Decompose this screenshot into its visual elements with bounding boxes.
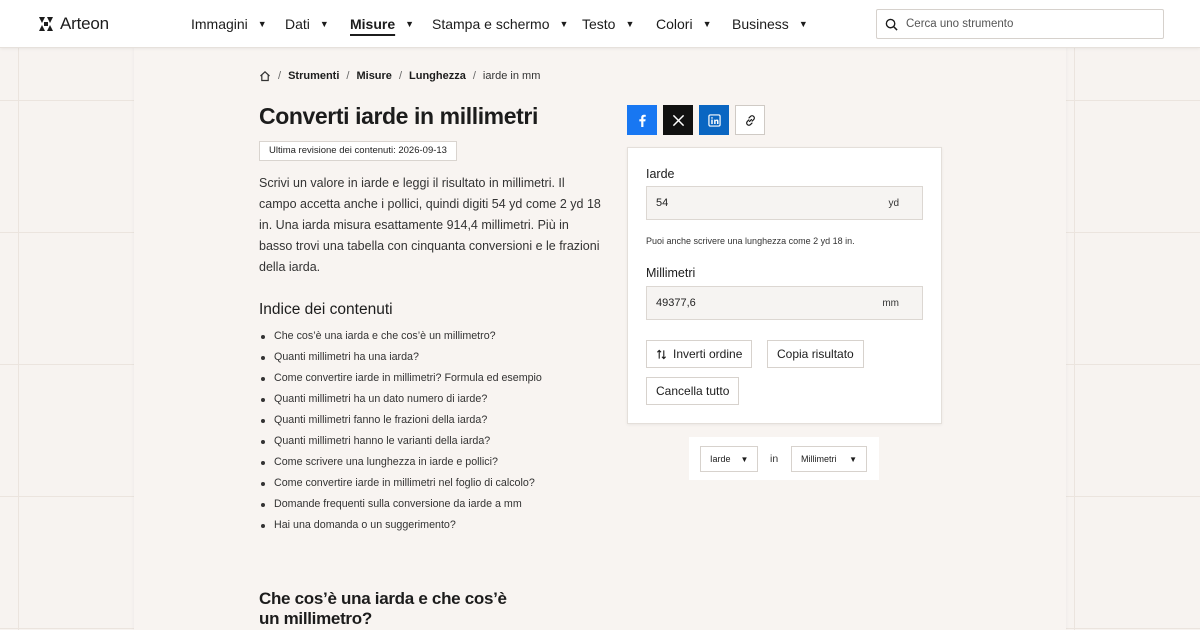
search-icon [885, 18, 898, 31]
toc-title: Indice dei contenuti [259, 301, 393, 318]
nav-item-colori[interactable]: Colori ▼ [656, 16, 712, 32]
breadcrumb-current: iarde in mm [482, 70, 541, 82]
breadcrumb-link-strumenti[interactable]: Strumenti [288, 70, 339, 82]
share-linkedin-button[interactable] [699, 105, 729, 135]
clear-all-label: Cancella tutto [656, 384, 730, 398]
copy-result-label: Copia risultato [777, 347, 854, 361]
nav-label: Misure [350, 16, 396, 32]
from-unit-select[interactable]: Iarde ▼ [700, 446, 758, 472]
swap-icon [656, 349, 667, 359]
caret-down-icon: ▼ [625, 18, 635, 29]
share-buttons [627, 105, 765, 135]
link-icon [745, 114, 755, 126]
nav-item-dati[interactable]: Dati ▼ [285, 16, 329, 32]
millimeters-unit: mm [882, 298, 899, 309]
search-box[interactable] [876, 9, 1164, 39]
breadcrumb-separator: / [472, 70, 476, 82]
home-icon[interactable] [259, 70, 271, 82]
toc-item[interactable]: Quanti millimetri ha un dato numero di i… [259, 389, 542, 410]
nav-label: Stampa e schermo [432, 16, 550, 32]
nav-label: Testo [582, 16, 616, 32]
nav-item-immagini[interactable]: Immagini ▼ [191, 16, 267, 32]
nav-item-business[interactable]: Business ▼ [732, 16, 808, 32]
nav-label: Business [732, 16, 789, 32]
from-unit-value: Iarde [710, 454, 731, 464]
millimeters-label: Millimetri [646, 266, 696, 280]
toc-item[interactable]: Quanti millimetri ha una iarda? [259, 347, 542, 368]
caret-down-icon: ▼ [257, 18, 267, 29]
facebook-icon [638, 114, 646, 127]
caret-down-icon: ▼ [849, 454, 857, 464]
top-header: Arteon Immagini ▼ Dati ▼ Misure ▼ Stampa… [0, 0, 1200, 48]
breadcrumb-link-misure[interactable]: Misure [356, 70, 391, 82]
caret-down-icon: ▼ [702, 18, 712, 29]
yards-label: Iarde [646, 167, 675, 181]
toc-item[interactable]: Domande frequenti sulla conversione da i… [259, 494, 542, 515]
breadcrumb-separator: / [278, 70, 282, 82]
copy-link-button[interactable] [735, 105, 765, 135]
caret-down-icon: ▼ [559, 18, 569, 29]
yards-field: yd [646, 186, 923, 220]
caret-down-icon: ▼ [319, 18, 329, 29]
nav-item-testo[interactable]: Testo ▼ [582, 16, 634, 32]
yards-unit: yd [888, 198, 899, 209]
share-facebook-button[interactable] [627, 105, 657, 135]
toc-item[interactable]: Quanti millimetri fanno le frazioni dell… [259, 410, 542, 431]
x-icon [672, 114, 684, 126]
toc-item[interactable]: Hai una domanda o un suggerimento? [259, 515, 542, 536]
swap-button[interactable]: Inverti ordine [646, 340, 753, 368]
nav-item-misure[interactable]: Misure ▼ [350, 16, 414, 32]
millimeters-field: mm [646, 286, 923, 320]
logo-icon [39, 17, 53, 31]
copy-result-button[interactable]: Copia risultato [767, 340, 864, 368]
logo-text: Arteon [60, 14, 109, 33]
caret-down-icon: ▼ [405, 18, 415, 29]
revision-badge: Ultima revisione dei contenuti: 2026-09-… [259, 141, 457, 161]
breadcrumb: / Strumenti / Misure / Lunghezza / iarde… [259, 70, 540, 82]
toc-item[interactable]: Come convertire iarde in millimetri? For… [259, 368, 542, 389]
caret-down-icon: ▼ [798, 18, 808, 29]
caret-down-icon: ▼ [740, 454, 749, 464]
nav-label: Colori [656, 16, 693, 32]
toc-item[interactable]: Che cos’è una iarda e che cos’è un milli… [259, 326, 542, 347]
to-unit-select[interactable]: Millimetri ▼ [791, 446, 867, 472]
breadcrumb-separator: / [346, 70, 350, 82]
toc-item[interactable]: Come scrivere una lunghezza in iarde e p… [259, 452, 542, 473]
breadcrumb-separator: / [398, 70, 402, 82]
clear-all-button[interactable]: Cancella tutto [646, 377, 740, 405]
toc-item[interactable]: Quanti millimetri hanno le varianti dell… [259, 431, 542, 452]
search-input[interactable] [906, 18, 1146, 30]
yards-input[interactable] [647, 187, 877, 219]
in-label: in [770, 453, 779, 465]
nav-item-stampa-e-schermo[interactable]: Stampa e schermo ▼ [432, 16, 568, 32]
to-unit-value: Millimetri [801, 454, 837, 464]
table-of-contents: Che cos’è una iarda e che cos’è un milli… [259, 326, 542, 536]
breadcrumb-link-lunghezza[interactable]: Lunghezza [409, 70, 466, 82]
intro-paragraph: Scrivi un valore in iarde e leggi il ris… [259, 176, 601, 274]
nav-label: Immagini [191, 16, 248, 32]
section-heading: Che cos’è una iarda e che cos’è un milli… [259, 589, 507, 628]
input-hint: Puoi anche scrivere una lunghezza come 2… [646, 236, 855, 246]
linkedin-icon [707, 113, 721, 127]
nav-label: Dati [285, 16, 310, 32]
swap-button-label: Inverti ordine [673, 347, 743, 361]
share-x-button[interactable] [663, 105, 693, 135]
page-title: Converti iarde in millimetri [259, 103, 538, 129]
millimeters-input[interactable] [647, 287, 877, 319]
logo[interactable]: Arteon [38, 14, 109, 34]
toc-item[interactable]: Come convertire iarde in millimetri nel … [259, 473, 542, 494]
